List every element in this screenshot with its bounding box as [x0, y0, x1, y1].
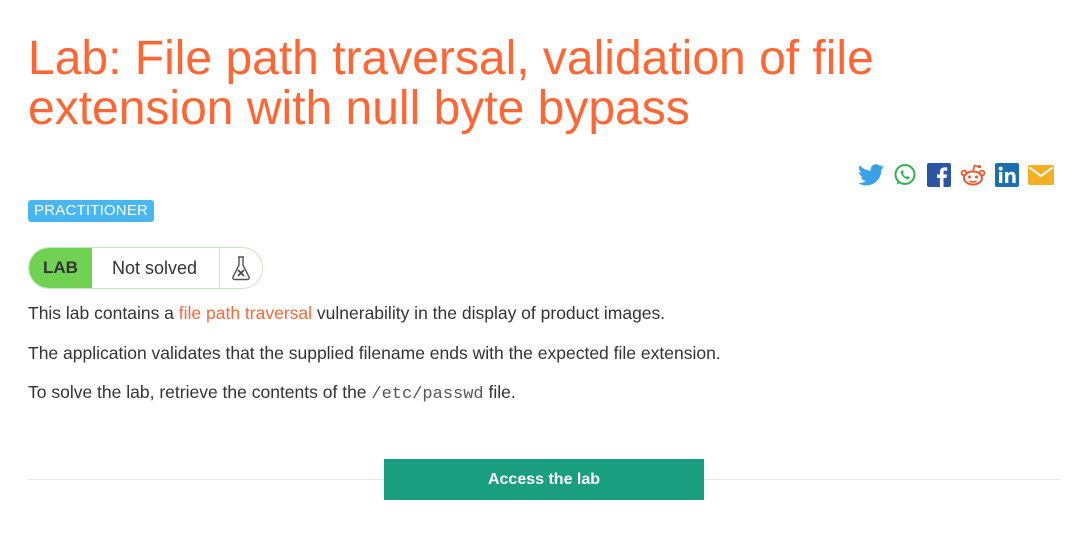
description-text: file.: [483, 382, 516, 402]
flask-icon: [219, 248, 262, 288]
level-badge: PRACTITIONER: [28, 200, 155, 222]
email-icon[interactable]: [1028, 162, 1054, 188]
page-title: Lab: File path traversal, validation of …: [28, 32, 874, 135]
reddit-icon[interactable]: [960, 162, 986, 188]
passwd-path-code: /etc/passwd: [371, 385, 484, 404]
description-text: To solve the lab, retrieve the contents …: [28, 382, 372, 402]
facebook-icon[interactable]: [926, 162, 952, 188]
description-text: vulnerability in the display of product …: [312, 303, 666, 323]
access-lab-button[interactable]: Access the lab: [384, 459, 704, 500]
linkedin-icon[interactable]: [994, 162, 1020, 188]
description-paragraph-3: To solve the lab, retrieve the contents …: [28, 381, 516, 406]
share-bar: [858, 162, 1054, 188]
lab-status-widget: LAB Not solved: [28, 247, 263, 289]
description-paragraph-2: The application validates that the suppl…: [28, 343, 721, 363]
file-path-traversal-link[interactable]: file path traversal: [179, 303, 312, 323]
lab-status-text: Not solved: [111, 257, 197, 278]
description-paragraph-1: This lab contains a file path traversal …: [28, 302, 665, 324]
twitter-icon[interactable]: [858, 162, 884, 188]
lab-label: LAB: [29, 248, 92, 288]
whatsapp-icon[interactable]: [892, 162, 918, 188]
description-text: This lab contains a: [28, 303, 179, 323]
